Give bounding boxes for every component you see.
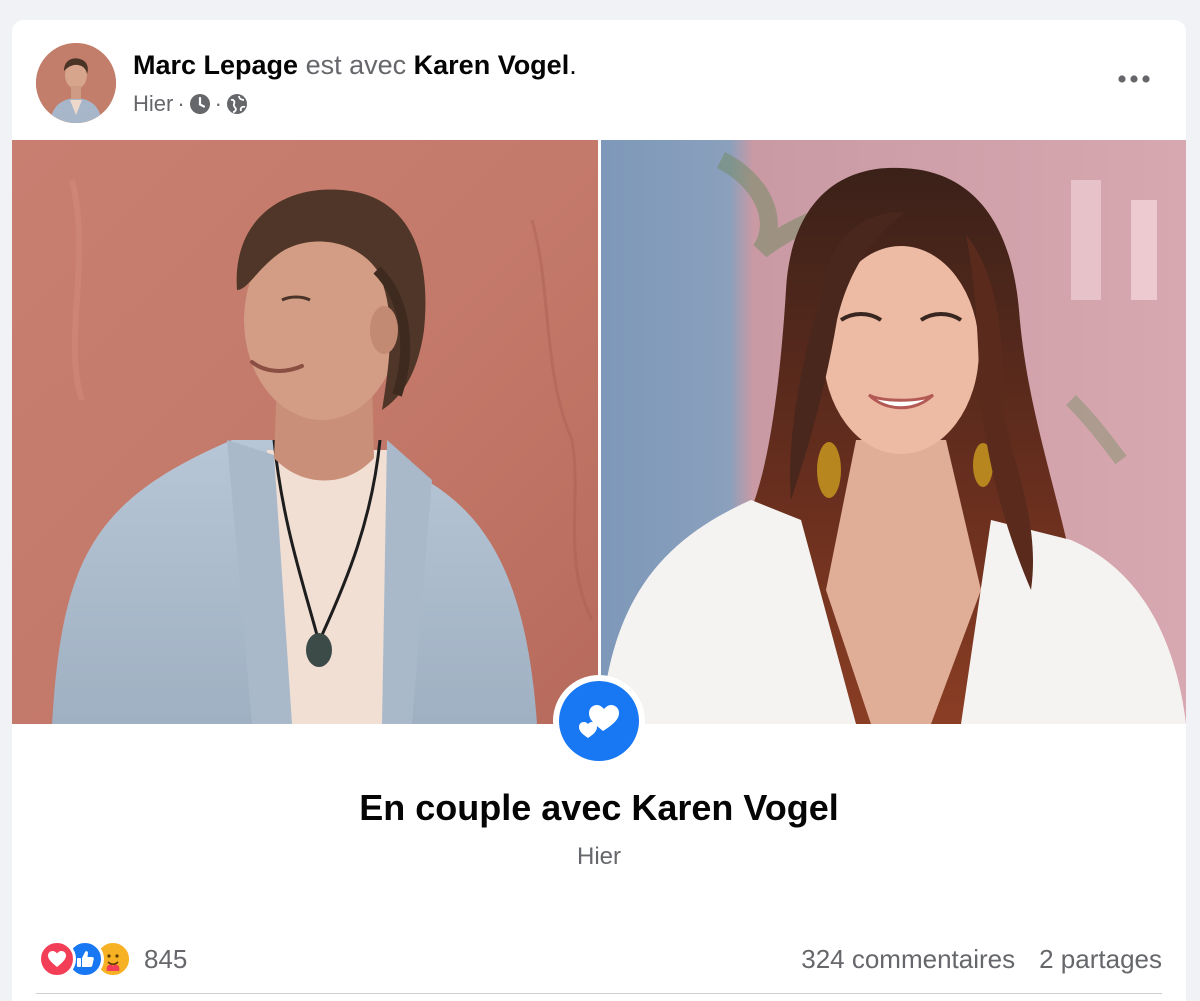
author-avatar[interactable] bbox=[36, 43, 116, 123]
author-photo[interactable] bbox=[12, 140, 598, 724]
post-title: Marc Lepage est avec Karen Vogel. bbox=[133, 48, 577, 82]
meta-separator: · bbox=[177, 91, 185, 116]
post-card: Marc Lepage est avec Karen Vogel. Hier ·… bbox=[12, 20, 1186, 1001]
clock-icon bbox=[189, 93, 211, 115]
title-period: . bbox=[569, 50, 577, 80]
tagged-name[interactable]: Karen Vogel bbox=[414, 50, 570, 80]
life-event-date: Hier bbox=[576, 843, 621, 870]
life-event-badge bbox=[553, 675, 645, 767]
stats-divider bbox=[36, 993, 1162, 994]
post-stats: 845 324 commentaires 2 partages bbox=[12, 938, 1186, 980]
life-event-photos bbox=[12, 140, 1186, 724]
more-horizontal-icon bbox=[1117, 71, 1151, 89]
reaction-count: 845 bbox=[144, 944, 188, 974]
more-options-button[interactable] bbox=[1112, 62, 1156, 98]
globe-icon[interactable] bbox=[226, 93, 248, 115]
author-name[interactable]: Marc Lepage bbox=[133, 50, 298, 80]
post-meta: Hier · · bbox=[133, 89, 248, 119]
with-text: est avec bbox=[305, 50, 407, 80]
shares-count-link[interactable]: 2 partages bbox=[1039, 940, 1162, 978]
engagement-counts: 324 commentaires 2 partages bbox=[801, 940, 1162, 978]
comments-count-link[interactable]: 324 commentaires bbox=[801, 940, 1015, 978]
post-time[interactable]: Hier bbox=[133, 89, 173, 119]
post-header: Marc Lepage est avec Karen Vogel. Hier ·… bbox=[12, 20, 1186, 140]
partner-photo[interactable] bbox=[601, 140, 1186, 724]
reactions-summary[interactable]: 845 bbox=[38, 940, 187, 978]
meta-separator-2: · bbox=[214, 91, 222, 116]
life-event-title: En couple avec Karen Vogel bbox=[359, 787, 839, 828]
hearts-icon bbox=[559, 681, 639, 761]
love-reaction-icon bbox=[38, 940, 76, 978]
